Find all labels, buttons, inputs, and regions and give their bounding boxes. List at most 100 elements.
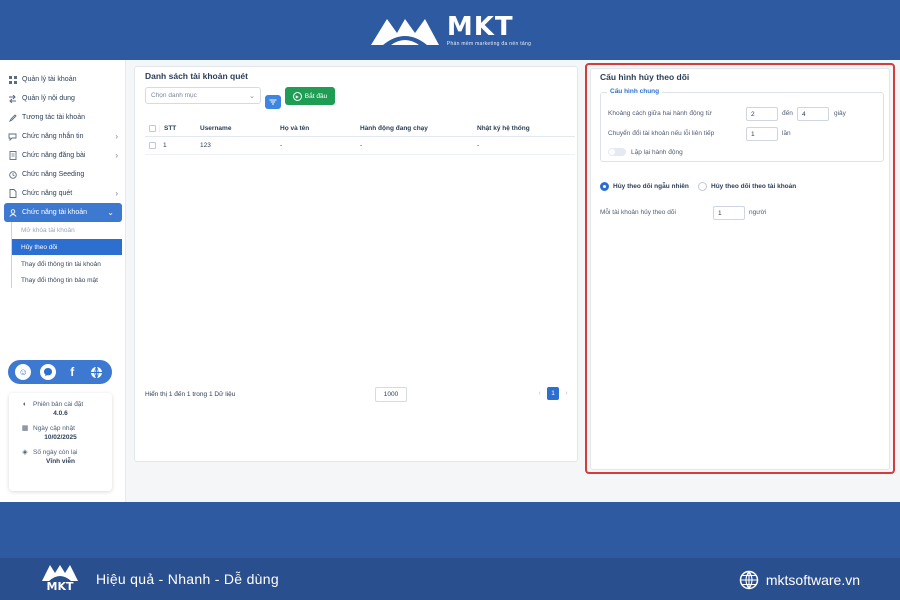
repeat-toggle[interactable] bbox=[608, 148, 626, 156]
sidebar-item-label: Quản lý nội dung bbox=[22, 95, 75, 102]
footer-logo: MKT bbox=[40, 562, 80, 596]
social-bar: ☺ f bbox=[8, 360, 112, 384]
general-config-group: Cấu hình chung Khoảng cách giữa hai hành… bbox=[600, 88, 884, 162]
sidebar-menu: Quản lý tài khoản Quản lý nội dung Tương… bbox=[0, 70, 126, 288]
radio-random-option[interactable]: Hủy theo dõi ngẫu nhiên bbox=[600, 182, 689, 191]
delay-unit: giây bbox=[834, 110, 846, 117]
column-header[interactable]: Username bbox=[197, 125, 277, 132]
table-row[interactable]: 1 123 - - - bbox=[145, 137, 575, 155]
website-link[interactable]: mktsoftware.vn bbox=[739, 570, 860, 590]
swap-icon bbox=[8, 94, 17, 103]
page-size-select[interactable]: 1000 bbox=[375, 387, 407, 402]
sidebar-item-label: Chức năng quét bbox=[22, 190, 73, 197]
brand-logo: MKT Phần mềm marketing đa nền tảng bbox=[369, 13, 531, 47]
switch-error-input[interactable]: 1 bbox=[746, 127, 778, 141]
category-select-placeholder: Chọn danh mục bbox=[151, 92, 197, 99]
cell-name: - bbox=[280, 142, 283, 149]
footer-logo-text: MKT bbox=[46, 580, 74, 593]
sidebar-item-messaging[interactable]: Chức năng nhắn tin › bbox=[0, 127, 126, 146]
switch-row: Chuyển đổi tài khoản nếu lỗi liên tiếp bbox=[608, 130, 714, 137]
submenu-item-unfollow[interactable]: Hủy theo dõi bbox=[12, 239, 122, 255]
globe-icon bbox=[739, 570, 759, 590]
delay-label: Khoảng cách giữa hai hành động từ bbox=[608, 110, 712, 117]
support-icon[interactable]: ☺ bbox=[15, 364, 32, 380]
facebook-icon[interactable]: f bbox=[64, 364, 80, 380]
group-legend: Cấu hình chung bbox=[607, 88, 663, 95]
account-submenu: Mở khóa tài khoản Hủy theo dõi Thay đổi … bbox=[11, 222, 126, 288]
version-label: Phiên bản cài đặt bbox=[33, 400, 84, 408]
sidebar: Quản lý tài khoản Quản lý nội dung Tương… bbox=[0, 60, 126, 502]
chevron-right-icon: › bbox=[115, 189, 118, 198]
sidebar-item-label: Chức năng Seeding bbox=[22, 171, 85, 178]
column-header[interactable]: STT bbox=[159, 125, 197, 132]
radio-random[interactable] bbox=[600, 182, 609, 191]
play-icon: ▶ bbox=[292, 91, 302, 101]
delay-to-input[interactable]: 4 bbox=[797, 107, 829, 121]
sidebar-item-account-functions[interactable]: Chức năng tài khoản ⌄ bbox=[4, 203, 122, 222]
start-button-label: Bắt đầu bbox=[304, 92, 328, 100]
days-left-icon: ◈ bbox=[22, 449, 28, 456]
repeat-label: Lặp lại hành động bbox=[631, 148, 683, 156]
radio-by-account[interactable] bbox=[698, 182, 707, 191]
radio-by-account-label: Hủy theo dõi theo tài khoản bbox=[711, 183, 797, 190]
panel-title: Cấu hình hủy theo dõi bbox=[600, 72, 690, 82]
top-header: MKT Phần mềm marketing đa nền tảng bbox=[0, 0, 900, 60]
prev-page-button[interactable]: ‹ bbox=[535, 390, 544, 397]
per-account-row: Mỗi tài khoản hủy theo dõi bbox=[600, 209, 676, 216]
cell-username: 123 bbox=[200, 142, 211, 149]
seeding-icon bbox=[8, 170, 17, 179]
sidebar-item-account-management[interactable]: Quản lý tài khoản bbox=[0, 70, 126, 89]
sidebar-item-posting[interactable]: Chức năng đăng bài › bbox=[0, 146, 126, 165]
sidebar-item-label: Chức năng nhắn tin bbox=[22, 133, 84, 140]
start-button[interactable]: ▶ Bắt đầu bbox=[285, 87, 335, 105]
sidebar-item-seeding[interactable]: Chức năng Seeding bbox=[0, 165, 126, 184]
grid-icon bbox=[8, 75, 17, 84]
brand-tagline: Phần mềm marketing đa nền tảng bbox=[446, 41, 532, 47]
page-button-current[interactable]: 1 bbox=[547, 387, 559, 400]
brand-name: MKT bbox=[446, 12, 514, 42]
days-left-value: Vĩnh viễn bbox=[46, 458, 75, 465]
table-footer: Hiển thị 1 đến 1 trong 1 Dữ liệu 1000 ‹ … bbox=[145, 387, 575, 403]
row-checkbox[interactable] bbox=[148, 142, 156, 149]
radio-by-account-option[interactable]: Hủy theo dõi theo tài khoản bbox=[698, 182, 796, 191]
submenu-item-change-account-info[interactable]: Thay đổi thông tin tài khoản bbox=[12, 256, 126, 272]
category-select[interactable]: Chọn danh mục ⌄ bbox=[145, 87, 261, 104]
column-header[interactable]: Hành động đang chạy bbox=[357, 125, 474, 132]
accounts-table: STT Username Họ và tên Hành động đang ch… bbox=[145, 121, 575, 155]
update-value: 10/02/2025 bbox=[44, 434, 77, 441]
submenu-item-unlock-account[interactable]: Mở khóa tài khoản bbox=[12, 222, 126, 238]
per-account-input[interactable]: 1 bbox=[713, 206, 745, 220]
switch-label: Chuyển đổi tài khoản nếu lỗi liên tiếp bbox=[608, 130, 715, 137]
delay-from-input[interactable]: 2 bbox=[746, 107, 778, 121]
column-header[interactable]: Họ và tên bbox=[277, 125, 357, 132]
mkt-logo-icon bbox=[370, 19, 439, 45]
messenger-icon[interactable] bbox=[39, 364, 56, 380]
scan-accounts-panel: Danh sách tài khoản quét Chọn danh mục ⌄… bbox=[134, 66, 578, 462]
switch-unit: lần bbox=[782, 130, 791, 137]
select-all-checkbox[interactable] bbox=[148, 125, 156, 132]
per-account-label: Mỗi tài khoản hủy theo dõi bbox=[600, 209, 676, 216]
table-header: STT Username Họ và tên Hành động đang ch… bbox=[145, 121, 575, 137]
sidebar-item-interaction[interactable]: Tương tác tài khoản bbox=[0, 108, 126, 127]
cell-stt: 1 bbox=[163, 142, 167, 149]
update-label: Ngày cập nhật bbox=[33, 424, 75, 432]
unfollow-config-highlight: Cấu hình hủy theo dõi Cấu hình chung Kho… bbox=[585, 63, 895, 474]
sidebar-item-label: Chức năng đăng bài bbox=[22, 152, 86, 159]
cell-log: - bbox=[477, 142, 480, 149]
globe-icon[interactable] bbox=[89, 364, 105, 380]
slogan: Hiệu quả - Nhanh - Dễ dùng bbox=[96, 571, 279, 587]
filter-icon bbox=[269, 99, 277, 105]
next-page-button[interactable]: › bbox=[562, 390, 571, 397]
chat-icon bbox=[8, 132, 17, 141]
version-value: 4.0.6 bbox=[53, 410, 68, 417]
sidebar-item-scan[interactable]: Chức năng quét › bbox=[0, 184, 126, 203]
pagination: ‹ 1 › bbox=[535, 387, 571, 400]
user-icon bbox=[8, 208, 17, 217]
delay-to-label: đến bbox=[782, 110, 793, 117]
version-info-card: ◐ Phiên bản cài đặt 4.0.6 ▦ Ngày cập nhậ… bbox=[9, 393, 112, 491]
sidebar-item-content-management[interactable]: Quản lý nội dung bbox=[0, 89, 126, 108]
filter-button[interactable] bbox=[265, 95, 281, 109]
submenu-item-change-security-info[interactable]: Thay đổi thông tin bảo mật bbox=[12, 272, 126, 288]
column-header[interactable]: Nhật ký hệ thống bbox=[474, 125, 575, 132]
delay-row: Khoảng cách giữa hai hành động từ bbox=[608, 110, 712, 117]
